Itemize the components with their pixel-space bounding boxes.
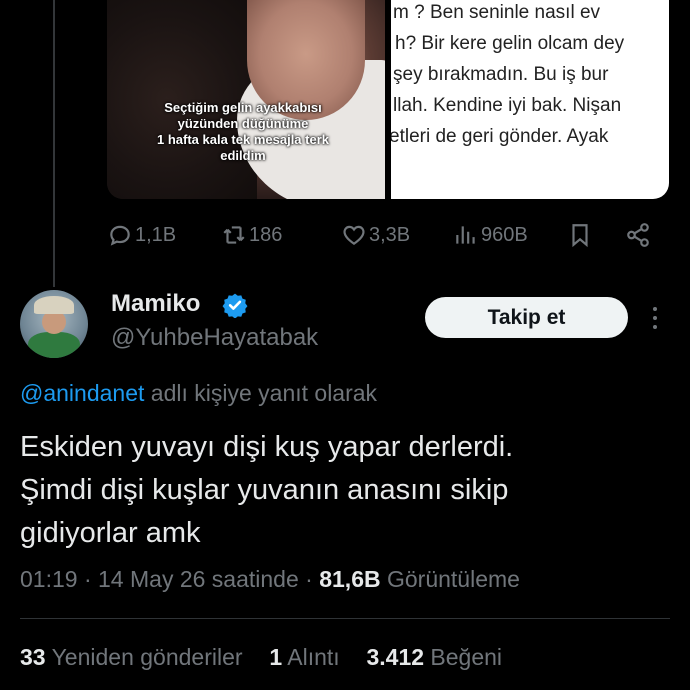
retweets-total[interactable]: 33 [20, 644, 46, 670]
reply-context: @anindanet adlı kişiye yanıt olarak [20, 380, 377, 407]
like-count: 3,3B [369, 223, 411, 246]
views-total: 81,6B [319, 566, 381, 592]
bookmark-button[interactable] [567, 218, 593, 252]
retweet-count: 186 [249, 223, 283, 246]
avatar-hat [34, 296, 74, 314]
reply-button[interactable]: 1,1B [107, 218, 176, 252]
caption-line: edildim [220, 148, 266, 163]
quotes-label[interactable]: Alıntı [287, 644, 339, 670]
thread-connector-line [53, 0, 55, 287]
reply-icon [110, 225, 130, 246]
share-icon [627, 223, 649, 247]
caption-line: 1 hafta kala tek mesajla terk [157, 132, 329, 147]
engagement-stats: 33 Yeniden gönderiler 1 Alıntı 3.412 Beğ… [20, 644, 502, 671]
follow-button[interactable]: Takip et [425, 297, 628, 338]
caption-line: Seçtiğim gelin ayakkabısı [164, 100, 322, 115]
tweet-date[interactable]: 14 May 26 saatinde [98, 566, 299, 592]
tweet-action-bar: 1,1B 186 3,3B 960B [107, 218, 669, 252]
chat-text-line: llah. Kendine iyi bak. Nişan [393, 95, 622, 116]
reply-mention-link[interactable]: @anindanet [20, 380, 144, 406]
heart-icon [343, 225, 365, 245]
media-image-right[interactable]: m ? Ben seninle nasıl ev h? Bir kere gel… [391, 0, 669, 199]
author-handle[interactable]: @YuhbeHayatabak [111, 324, 318, 352]
share-button[interactable] [625, 218, 651, 252]
likes-label[interactable]: Beğeni [430, 644, 502, 670]
divider [20, 618, 670, 619]
author-name[interactable]: Mamiko [111, 290, 200, 318]
like-button[interactable]: 3,3B [341, 218, 410, 252]
retweet-button[interactable]: 186 [221, 218, 282, 252]
meta-separator: · [83, 566, 99, 592]
verified-badge-icon [222, 293, 248, 318]
image-caption: Seçtiğim gelin ayakkabısı yüzünden düğün… [141, 100, 345, 164]
quotes-total[interactable]: 1 [269, 644, 282, 670]
tweet-text-line: Şimdi dişi kuşlar yuvanın anasını sikip [20, 474, 509, 506]
chat-text-line: etleri de geri gönder. Ayak [391, 126, 609, 147]
caption-line: yüzünden düğünüme [177, 116, 309, 131]
tweet-time[interactable]: 01:19 [20, 566, 78, 592]
tweet-text: Eskiden yuvayı dişi kuş yapar derlerdi. … [20, 426, 660, 555]
reply-count: 1,1B [135, 223, 177, 246]
chat-text-line: m ? Ben seninle nasıl ev [393, 2, 601, 23]
quoted-media[interactable]: Seçtiğim gelin ayakkabısı yüzünden düğün… [107, 0, 669, 199]
views-label: Görüntüleme [386, 566, 520, 592]
avatar-shirt [28, 332, 80, 358]
analytics-icon [456, 226, 475, 244]
more-options-icon[interactable] [645, 304, 665, 332]
reply-context-text: adlı kişiye yanıt olarak [150, 380, 378, 406]
retweets-label[interactable]: Yeniden gönderiler [52, 644, 243, 670]
tweet-text-line: Eskiden yuvayı dişi kuş yapar derlerdi. [20, 431, 514, 463]
retweet-icon [223, 226, 245, 244]
view-count: 960B [481, 223, 528, 246]
chat-text-line: şey bırakmadın. Bu iş bur [393, 64, 609, 85]
avatar[interactable] [20, 290, 88, 358]
meta-separator: · [305, 566, 320, 592]
views-button[interactable]: 960B [453, 218, 528, 252]
chat-text-line: h? Bir kere gelin olcam dey [395, 33, 625, 54]
tweet-meta: 01:19 · 14 May 26 saatinde · 81,6B Görün… [20, 566, 520, 593]
likes-total[interactable]: 3.412 [366, 644, 424, 670]
tweet-text-line: gidiyorlar amk [20, 517, 201, 549]
bookmark-icon [572, 224, 588, 248]
media-image-left[interactable]: Seçtiğim gelin ayakkabısı yüzünden düğün… [107, 0, 385, 199]
